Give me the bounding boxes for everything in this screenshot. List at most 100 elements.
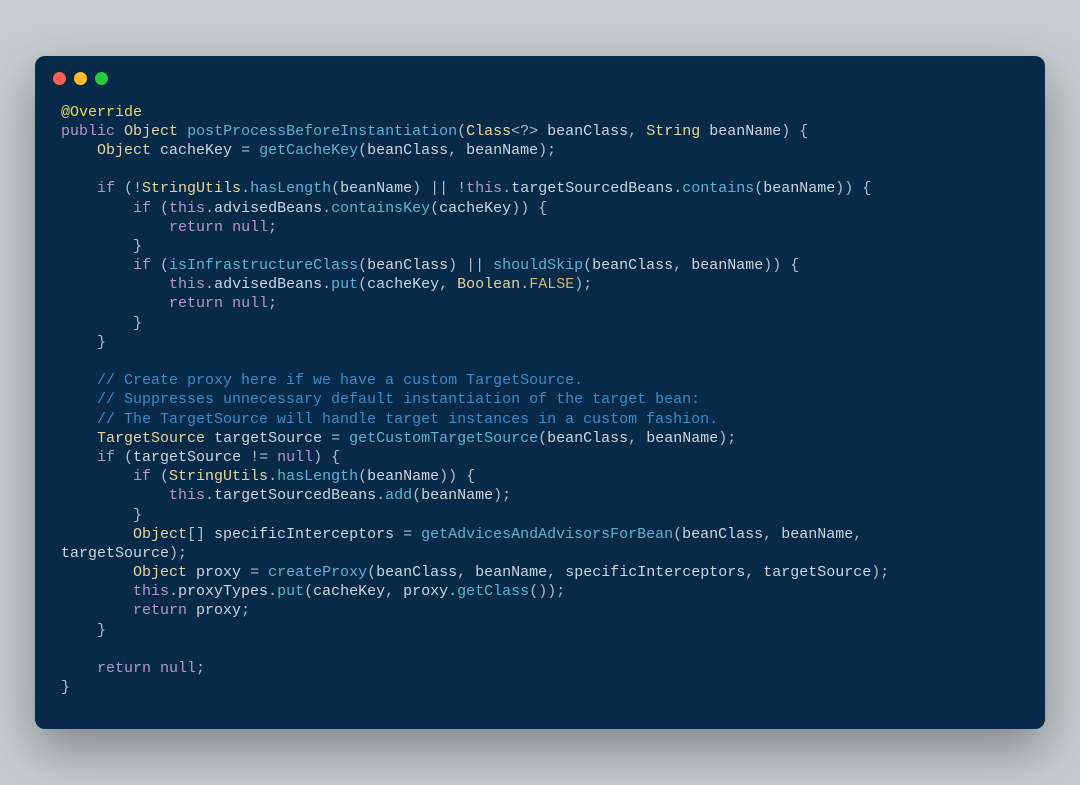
code-token: shouldSkip <box>493 257 583 274</box>
code-line: } <box>61 333 1019 352</box>
code-token: , <box>673 257 691 274</box>
code-token: ); <box>574 276 592 293</box>
code-token: proxy <box>196 564 241 581</box>
code-line: // Create proxy here if we have a custom… <box>61 371 1019 390</box>
code-token: , <box>853 526 871 543</box>
code-token: cacheKey <box>313 583 385 600</box>
code-token: . <box>268 583 277 600</box>
code-token <box>151 660 160 677</box>
code-token: public <box>61 123 115 140</box>
code-token: ( <box>673 526 682 543</box>
code-token: return <box>97 660 151 677</box>
code-token: = <box>322 430 349 447</box>
code-token: ) { <box>313 449 340 466</box>
code-line <box>61 160 1019 179</box>
code-window: @Overridepublic Object postProcessBefore… <box>35 56 1045 730</box>
code-token <box>700 123 709 140</box>
code-token: if <box>133 468 151 485</box>
code-token: beanClass <box>367 142 448 159</box>
code-token: ( <box>115 449 133 466</box>
code-token: getAdvicesAndAdvisorsForBean <box>421 526 673 543</box>
code-token <box>61 180 97 197</box>
code-token: , <box>457 564 475 581</box>
code-token: <?> <box>511 123 547 140</box>
code-token: )) { <box>763 257 799 274</box>
code-token: , <box>628 430 646 447</box>
code-token <box>178 123 187 140</box>
code-token <box>61 219 169 236</box>
code-token <box>61 660 97 677</box>
code-token: cacheKey <box>439 200 511 217</box>
code-token: , <box>745 564 763 581</box>
code-line: } <box>61 506 1019 525</box>
code-token: ) || <box>448 257 493 274</box>
code-token: specificInterceptors <box>214 526 394 543</box>
code-line: this.targetSourcedBeans.add(beanName); <box>61 486 1019 505</box>
code-token: )) { <box>511 200 547 217</box>
code-token <box>115 123 124 140</box>
code-token: . <box>673 180 682 197</box>
code-token: , <box>439 276 457 293</box>
code-token: proxyTypes <box>178 583 268 600</box>
code-token <box>61 583 133 600</box>
code-token: ); <box>718 430 736 447</box>
code-token: . <box>502 180 511 197</box>
code-token: } <box>61 315 142 332</box>
code-token: proxy <box>196 602 241 619</box>
code-token: null <box>160 660 196 677</box>
code-line: } <box>61 678 1019 697</box>
code-token <box>61 411 97 428</box>
code-token: . <box>205 200 214 217</box>
code-token: specificInterceptors <box>565 564 745 581</box>
code-token: ); <box>538 142 556 159</box>
code-token: if <box>97 449 115 466</box>
code-token: this <box>169 487 205 504</box>
code-line: } <box>61 621 1019 640</box>
code-token: beanName <box>466 142 538 159</box>
window-zoom-dot[interactable] <box>95 72 108 85</box>
code-token <box>187 564 196 581</box>
code-line: Object[] specificInterceptors = getAdvic… <box>61 525 1019 544</box>
code-token <box>61 449 97 466</box>
code-line: return null; <box>61 659 1019 678</box>
code-token: ( <box>151 257 169 274</box>
code-token <box>61 372 97 389</box>
code-line: } <box>61 314 1019 333</box>
code-line <box>61 352 1019 371</box>
code-token: null <box>277 449 313 466</box>
code-token: beanClass <box>547 123 628 140</box>
code-token: // Suppresses unnecessary default instan… <box>97 391 700 408</box>
code-token: = <box>232 142 259 159</box>
code-token <box>61 564 133 581</box>
code-token: put <box>331 276 358 293</box>
code-token: , <box>547 564 565 581</box>
code-token: Object <box>133 526 187 543</box>
code-token: beanName <box>646 430 718 447</box>
code-token: cacheKey <box>160 142 232 159</box>
code-token: ; <box>196 660 205 677</box>
code-token: return <box>169 295 223 312</box>
code-token: beanClass <box>376 564 457 581</box>
code-token: ( <box>754 180 763 197</box>
window-close-dot[interactable] <box>53 72 66 85</box>
code-token: ) || ! <box>412 180 466 197</box>
code-token: ; <box>268 295 277 312</box>
code-block: @Overridepublic Object postProcessBefore… <box>35 93 1045 702</box>
titlebar <box>35 56 1045 93</box>
code-line: if (this.advisedBeans.containsKey(cacheK… <box>61 199 1019 218</box>
code-token: } <box>61 238 142 255</box>
code-token: ( <box>331 180 340 197</box>
code-token <box>61 257 133 274</box>
code-token: contains <box>682 180 754 197</box>
code-line: if (StringUtils.hasLength(beanName)) { <box>61 467 1019 486</box>
code-line: // Suppresses unnecessary default instan… <box>61 390 1019 409</box>
code-token: if <box>133 200 151 217</box>
code-token: advisedBeans <box>214 200 322 217</box>
code-token: StringUtils <box>169 468 268 485</box>
code-token: beanName <box>340 180 412 197</box>
code-token: return <box>169 219 223 236</box>
code-token: Object <box>124 123 178 140</box>
code-token: ( <box>358 257 367 274</box>
window-minimize-dot[interactable] <box>74 72 87 85</box>
code-token: String <box>646 123 700 140</box>
